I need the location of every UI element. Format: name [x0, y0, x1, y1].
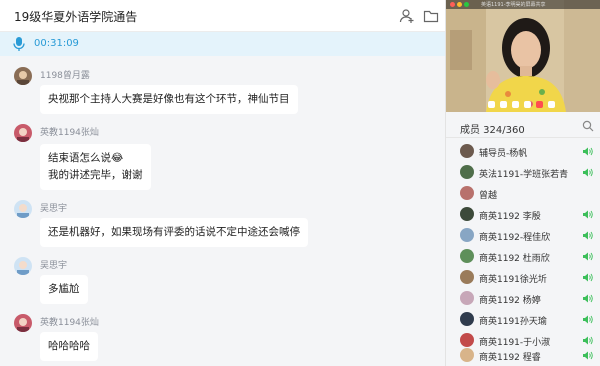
member-item[interactable]: 商英1191徐光圻 — [446, 267, 600, 288]
message-bubble: 还是机器好，如果现场有评委的话说不定中途还会喊停 — [40, 218, 308, 247]
avatar — [460, 312, 474, 326]
chat-pane: 19级华夏外语学院通告 00:31:09 1198曾月露 央视那个主持人大赛是好… — [0, 0, 445, 366]
member-name: 商英1192 杜雨欣 — [479, 254, 550, 264]
message-text: 我的讲述完毕，谢谢 — [48, 169, 143, 181]
avatar — [460, 207, 474, 221]
maximize-dot-icon[interactable] — [464, 2, 469, 7]
presenter-video-image — [446, 0, 600, 112]
more-icon[interactable] — [548, 101, 555, 108]
avatar[interactable] — [14, 314, 32, 332]
member-item[interactable]: 商英1192 杜雨欣 — [446, 246, 600, 267]
speaker-icon — [583, 231, 593, 240]
chat-title: 19级华夏外语学院通告 — [14, 10, 138, 24]
message-text: 央视那个主持人大赛是好像也有这个环节，神仙节目 — [48, 93, 290, 105]
members-header: 成员 324/360 — [446, 112, 600, 138]
member-name: 辅导员-杨帆 — [479, 149, 528, 159]
share-icon[interactable] — [512, 101, 519, 108]
message-text: 多尴尬 — [48, 283, 80, 295]
add-person-icon[interactable] — [399, 8, 415, 24]
side-panel: 英语1191-李明昊的屏幕共享 成员 324/360 辅导员-杨帆 英法1191… — [445, 0, 600, 366]
minimize-dot-icon[interactable] — [457, 2, 462, 7]
avatar — [460, 291, 474, 305]
speaker-icon — [583, 210, 593, 219]
message-text: 哈哈哈哈 — [48, 340, 90, 352]
speaker-icon — [583, 147, 593, 156]
chat-header: 19级华夏外语学院通告 — [0, 0, 445, 32]
member-item[interactable]: 商英1192-程佳欣 — [446, 225, 600, 246]
message-username[interactable]: 英教1194张灿 — [40, 125, 99, 138]
message-username[interactable]: 吴思宇 — [40, 201, 67, 214]
member-name: 商英1191徐光圻 — [479, 275, 547, 285]
avatar[interactable] — [14, 257, 32, 275]
members-count: 成员 324/360 — [460, 125, 525, 136]
video-title-bar: 英语1191-李明昊的屏幕共享 — [446, 0, 600, 9]
member-item[interactable]: 商英1191孙天瑜 — [446, 309, 600, 330]
avatar — [460, 348, 474, 362]
avatar — [460, 186, 474, 200]
member-name: 商英1191孙天瑜 — [479, 317, 547, 327]
chat-icon[interactable] — [524, 101, 531, 108]
avatar[interactable] — [14, 124, 32, 142]
member-item[interactable]: 英法1191-学班张若青 — [446, 162, 600, 183]
member-name: 商英1192 程睿 — [479, 353, 541, 363]
hangup-icon[interactable] — [536, 101, 543, 108]
video-caption: 英语1191-李明昊的屏幕共享 — [481, 2, 546, 8]
message-username[interactable]: 吴思宇 — [40, 258, 67, 271]
message-bubble: 结束语怎么说😂 我的讲述完毕，谢谢 — [40, 144, 151, 190]
video-feed[interactable]: 英语1191-李明昊的屏幕共享 — [446, 0, 600, 112]
speaker-icon — [583, 252, 593, 261]
avatar — [460, 270, 474, 284]
message-bubble: 哈哈哈哈 — [40, 332, 98, 361]
member-name: 英法1191-学班张若青 — [479, 170, 569, 180]
speaker-icon — [583, 351, 593, 360]
member-name: 曾越 — [479, 191, 498, 201]
video-controls — [486, 99, 564, 110]
avatar — [460, 165, 474, 179]
message-username[interactable]: 英教1194张灿 — [40, 315, 99, 328]
member-name: 商英1192 杨婷 — [479, 296, 541, 306]
member-item[interactable]: 曾越 — [446, 183, 600, 204]
speaker-icon — [583, 168, 593, 177]
member-name: 商英1192-程佳欣 — [479, 233, 551, 243]
member-item[interactable]: 商英1192 杨婷 — [446, 288, 600, 309]
search-icon[interactable] — [582, 120, 594, 132]
message-text: 结束语怎么说😂 — [48, 152, 124, 164]
avatar[interactable] — [14, 200, 32, 218]
folder-icon[interactable] — [423, 8, 439, 24]
member-item[interactable]: 辅导员-杨帆 — [446, 141, 600, 162]
camera-icon[interactable] — [488, 101, 495, 108]
message-text: 还是机器好，如果现场有评委的话说不定中途还会喊停 — [48, 226, 300, 238]
microphone-icon — [13, 37, 25, 51]
message-bubble: 央视那个主持人大赛是好像也有这个环节，神仙节目 — [40, 85, 298, 114]
close-dot-icon[interactable] — [450, 2, 455, 7]
message-bubble: 多尴尬 — [40, 275, 88, 304]
speaker-icon — [583, 294, 593, 303]
member-item[interactable]: 商英1192 李殷 — [446, 204, 600, 225]
recording-bar[interactable]: 00:31:09 — [0, 32, 445, 56]
mic-control-icon[interactable] — [500, 101, 507, 108]
member-item[interactable]: 商英1192 程睿 — [446, 345, 600, 366]
avatar[interactable] — [14, 67, 32, 85]
message-username[interactable]: 1198曾月露 — [40, 68, 90, 81]
avatar — [460, 228, 474, 242]
avatar — [460, 144, 474, 158]
member-name: 商英1192 李殷 — [479, 212, 541, 222]
speaker-icon — [583, 315, 593, 324]
avatar — [460, 249, 474, 263]
recording-timer: 00:31:09 — [34, 38, 79, 49]
speaker-icon — [583, 273, 593, 282]
